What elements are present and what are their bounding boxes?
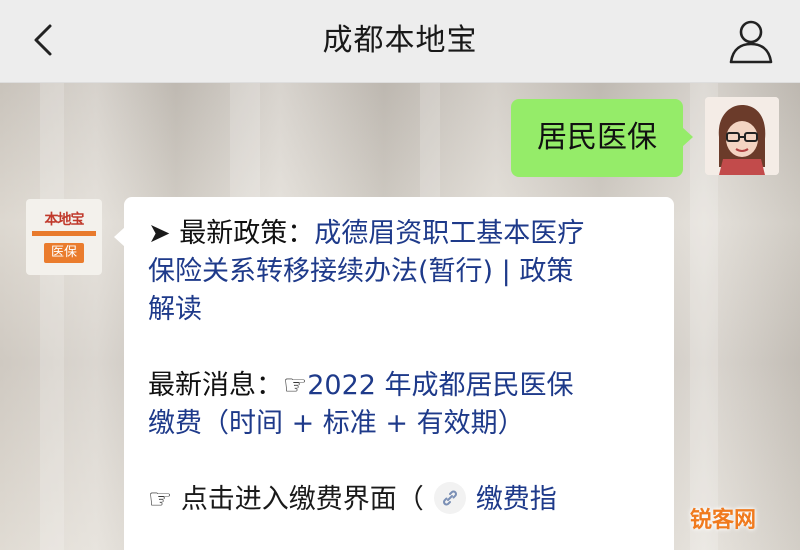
link-chain-icon — [433, 481, 466, 514]
policy-link-line-1[interactable]: 成德眉资职工基本医疗 — [314, 218, 584, 249]
top-bar: 成都本地宝 — [0, 0, 800, 83]
user-avatar-image — [705, 97, 779, 175]
bot-avatar-tag: 医保 — [44, 243, 84, 263]
bot-avatar-bar — [32, 231, 96, 236]
arrow-glyph: ➤ — [148, 218, 171, 249]
user-avatar[interactable] — [705, 97, 779, 175]
bot-avatar-label: 本地宝 — [44, 212, 85, 228]
watermark: 锐客网 — [689, 508, 756, 533]
payment-guide-link[interactable]: 缴费指 — [476, 484, 557, 515]
page-title: 成都本地宝 — [322, 23, 478, 58]
policy-paragraph: ➤ 最新政策：成德眉资职工基本医疗保险关系转移接续办法(暂行) | 政策 解读 — [148, 215, 658, 329]
hand-glyph: ☞ — [283, 370, 308, 401]
policy-link-line-2[interactable]: 保险关系转移接续办法(暂行) | 政策 — [148, 256, 573, 287]
bot-avatar[interactable]: 本地宝 医保 — [26, 199, 102, 275]
incoming-message: ➤ 最新政策：成德眉资职工基本医疗保险关系转移接续办法(暂行) | 政策 解读 最… — [114, 197, 674, 550]
hand-glyph: ☞ — [148, 484, 173, 515]
chat-area[interactable]: 居民医保 本地宝 医保 ➤ 最新政策：成德眉资职工基本医疗保险关系转移接续办法(… — [0, 83, 800, 550]
news-link-line-1[interactable]: 2022 年成都居民医保 — [307, 370, 573, 401]
policy-link-line-3[interactable]: 解读 — [148, 294, 202, 325]
outgoing-message[interactable]: 居民医保 — [511, 99, 693, 177]
person-icon[interactable] — [726, 18, 776, 64]
payment-text: 点击进入缴费界面（ — [180, 484, 424, 515]
policy-label: 最新政策： — [179, 218, 315, 249]
news-label: 最新消息： — [148, 370, 283, 401]
news-link-line-2[interactable]: 缴费（时间 + 标准 + 有效期） — [148, 408, 525, 439]
background-fold — [40, 83, 64, 550]
news-paragraph: 最新消息：☞2022 年成都居民医保缴费（时间 + 标准 + 有效期） — [148, 367, 658, 443]
payment-paragraph: ☞ 点击进入缴费界面（ 缴费指 — [148, 481, 658, 519]
